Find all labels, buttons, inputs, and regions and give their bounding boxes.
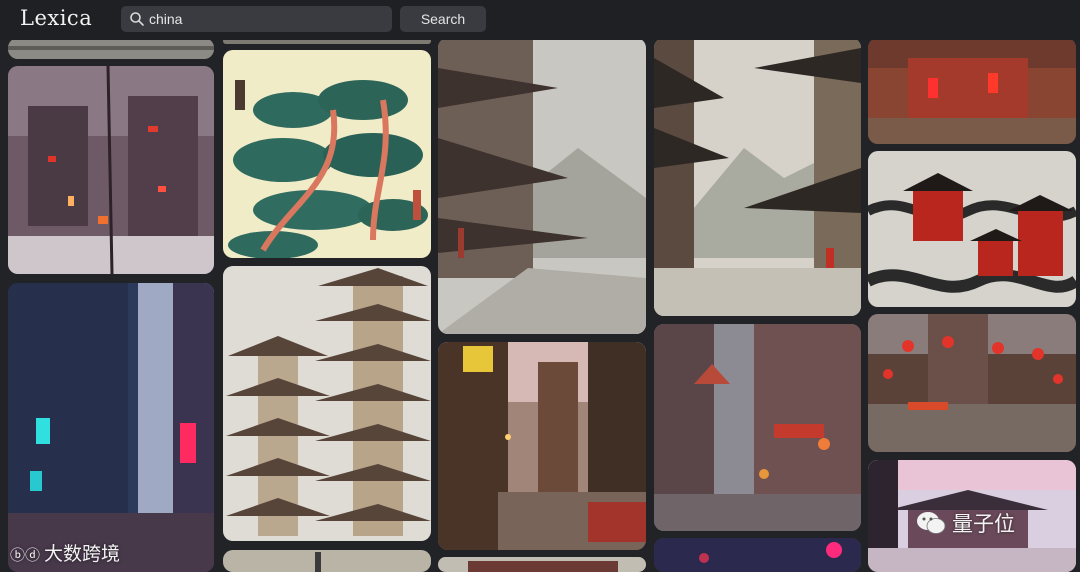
image-tile[interactable] <box>868 38 1076 144</box>
image-tile[interactable] <box>8 66 214 274</box>
image-tile[interactable] <box>438 342 646 550</box>
search-box[interactable] <box>121 6 392 32</box>
search-input[interactable] <box>149 6 387 32</box>
image-tile[interactable] <box>654 38 861 316</box>
image-tile[interactable] <box>868 314 1076 452</box>
image-tile[interactable] <box>223 50 431 258</box>
lexica-logo[interactable]: Lexica <box>20 6 92 30</box>
image-tile[interactable] <box>438 557 646 572</box>
image-tile[interactable] <box>223 550 431 572</box>
watermark-left: ⓑⓓ 大数跨境 <box>10 543 121 565</box>
image-tile[interactable] <box>654 538 861 572</box>
image-tile[interactable] <box>654 324 861 531</box>
search-icon <box>130 12 144 26</box>
wechat-icon <box>916 511 946 535</box>
image-tile[interactable] <box>868 151 1076 307</box>
image-tile[interactable] <box>438 38 646 334</box>
image-tile[interactable] <box>223 266 431 541</box>
image-tile[interactable] <box>8 283 214 572</box>
watermark-left-icon: ⓑⓓ <box>10 546 41 564</box>
image-tile[interactable] <box>8 38 214 59</box>
watermark-right: 量子位 <box>916 508 1015 538</box>
search-button[interactable]: Search <box>400 6 486 32</box>
top-bar: Lexica Search <box>0 0 1080 40</box>
